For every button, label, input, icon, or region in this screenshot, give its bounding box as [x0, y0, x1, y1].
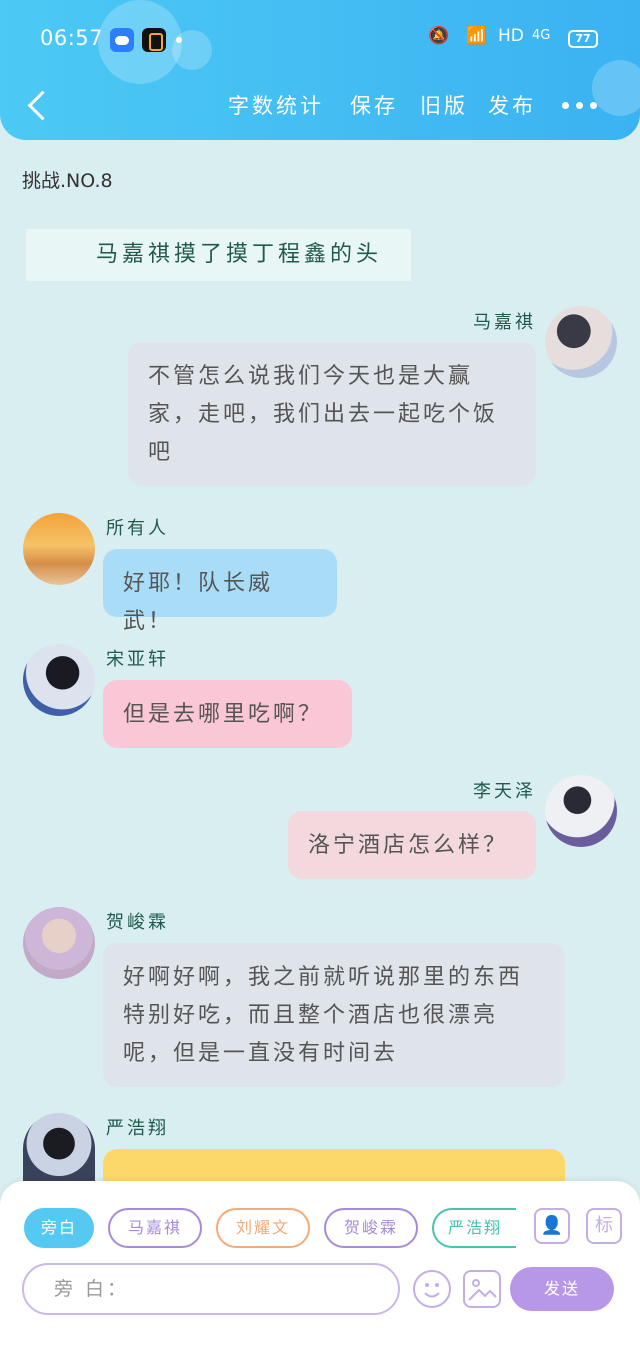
word-count-button[interactable]: 字数统计 — [228, 90, 324, 120]
message-bubble[interactable]: 洛宁酒店怎么样？ — [288, 811, 536, 879]
mark-button[interactable]: 标 — [586, 1208, 622, 1244]
send-button[interactable]: 发送 — [510, 1267, 614, 1311]
image-icon[interactable] — [463, 1270, 501, 1308]
back-chevron-icon[interactable] — [20, 86, 56, 126]
role-chip-narrator[interactable]: 旁白 — [24, 1208, 94, 1248]
message-input[interactable]: 旁 白： — [22, 1263, 400, 1315]
battery-icon: 77 — [568, 30, 598, 48]
status-bar: 06:57 🔕 📶 HD 4G 77 — [0, 22, 640, 58]
role-chip[interactable]: 刘耀文 — [216, 1208, 310, 1248]
editor-toolbar: 字数统计 保存 旧版 发布 — [0, 80, 640, 130]
old-version-button[interactable]: 旧版 — [420, 90, 468, 120]
message-bubble[interactable]: 好啊好啊，我之前就听说那里的东西特别好吃，而且整个酒店也很漂亮呢，但是一直没有时… — [103, 943, 565, 1087]
publish-button[interactable]: 发布 — [488, 90, 536, 120]
avatar[interactable] — [23, 1113, 95, 1181]
challenge-title: 挑战.NO.8 — [22, 170, 113, 192]
notification-dot-icon — [176, 37, 182, 43]
avatar[interactable] — [23, 513, 95, 585]
app-header: 06:57 🔕 📶 HD 4G 77 字数统计 保存 旧版 发布 — [0, 0, 640, 140]
role-chip[interactable]: 马嘉祺 — [108, 1208, 202, 1248]
sender-name: 所有人 — [106, 518, 169, 539]
save-button[interactable]: 保存 — [350, 90, 398, 120]
sender-name: 宋亚轩 — [106, 649, 169, 670]
wifi-icon: 📶 — [466, 26, 488, 46]
more-options-icon[interactable] — [562, 102, 598, 112]
sender-name: 贺峻霖 — [106, 912, 169, 933]
avatar[interactable] — [545, 306, 617, 378]
role-chip[interactable]: 贺峻霖 — [324, 1208, 418, 1248]
notification-app-icon — [142, 28, 166, 52]
avatar[interactable] — [23, 644, 95, 716]
network-label: HD — [498, 26, 524, 46]
sender-name: 马嘉祺 — [473, 312, 536, 333]
character-icon[interactable]: 👤 — [534, 1208, 570, 1244]
message-bubble[interactable]: 不管怎么说我们今天也是大赢家，走吧，我们出去一起吃个饭吧 — [128, 342, 536, 486]
cloud-app-icon — [110, 28, 134, 52]
sender-name: 严浩翔 — [106, 1118, 169, 1139]
sender-name: 李天泽 — [473, 781, 536, 802]
role-chip[interactable]: 严浩翔 — [432, 1208, 516, 1248]
message-bubble[interactable] — [103, 1149, 565, 1181]
signal-label: 4G — [532, 28, 551, 43]
narration-line[interactable]: 马嘉祺摸了摸丁程鑫的头 — [26, 229, 411, 281]
message-bubble[interactable]: 好耶！队长威武！ — [103, 549, 337, 634]
mute-icon: 🔕 — [428, 26, 450, 46]
avatar[interactable] — [23, 907, 95, 979]
message-bubble[interactable]: 但是去哪里吃啊？ — [103, 680, 352, 748]
emoji-icon[interactable] — [413, 1270, 451, 1308]
status-time: 06:57 — [40, 26, 104, 50]
avatar[interactable] — [545, 775, 617, 847]
composer-panel: 旁白 马嘉祺 刘耀文 贺峻霖 严浩翔 👤 标 旁 白： 发送 — [0, 1181, 640, 1351]
